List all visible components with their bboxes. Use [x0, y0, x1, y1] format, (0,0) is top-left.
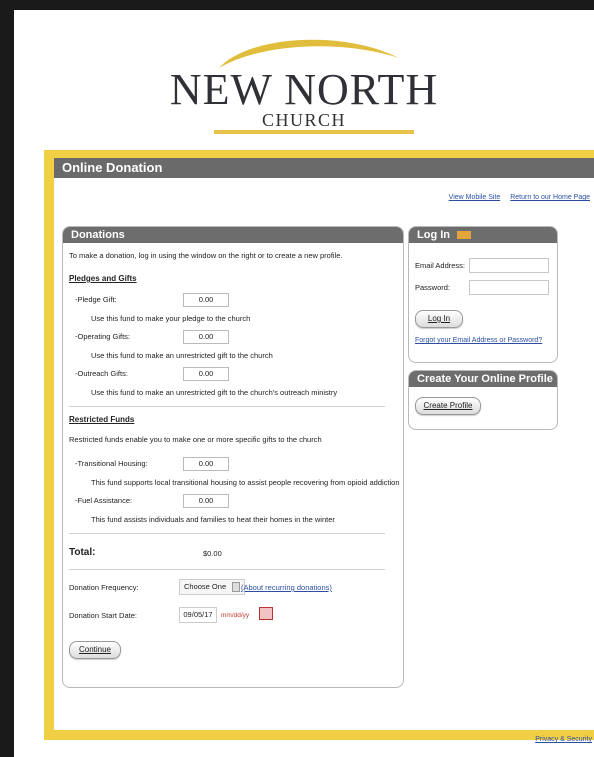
login-panel: Log In Email Address: Password: Log In F…	[408, 226, 558, 363]
donations-intro: To make a donation, log in using the win…	[69, 251, 343, 260]
fund-desc: Use this fund to make your pledge to the…	[91, 314, 251, 323]
about-recurring-link[interactable]: (About recurring donations)	[241, 583, 332, 592]
donations-panel: Donations To make a donation, log in usi…	[62, 226, 404, 688]
top-links: View Mobile Site Return to our Home Page	[441, 194, 590, 201]
restricted-heading: Restricted Funds	[69, 415, 135, 424]
divider	[69, 406, 385, 407]
lock-icon	[457, 231, 472, 240]
transitional-housing-input[interactable]: 0.00	[183, 457, 229, 471]
login-title-text: Log In	[417, 229, 450, 241]
log-in-button[interactable]: Log In	[415, 310, 463, 328]
fund-desc: This fund supports local transitional ho…	[91, 478, 400, 487]
church-logo: NEW NORTH CHURCH	[14, 10, 594, 150]
frequency-label: Donation Frequency:	[69, 583, 139, 592]
outreach-gifts-input[interactable]: 0.00	[183, 367, 229, 381]
start-date-input[interactable]: 09/05/17	[179, 607, 217, 623]
log-in-label: Log In	[427, 314, 451, 323]
fund-desc: Use this fund to make an unrestricted gi…	[91, 388, 338, 397]
page: NEW NORTH CHURCH Online Donation View Mo…	[14, 10, 594, 757]
profile-title: Create Your Online Profile	[409, 371, 557, 387]
forgot-credentials-link[interactable]: Forgot your Email Address or Password?	[415, 337, 542, 344]
total-value: $0.00	[203, 549, 222, 558]
total-label: Total:	[69, 547, 96, 558]
create-profile-label: Create Profile	[423, 401, 473, 410]
password-field[interactable]	[469, 280, 549, 295]
frequency-value: Choose One	[184, 582, 227, 591]
fund-label: -Outreach Gifts:	[75, 369, 128, 378]
calendar-icon[interactable]	[259, 607, 273, 620]
fund-desc: Use this fund to make an unrestricted gi…	[91, 351, 273, 360]
create-profile-button[interactable]: Create Profile	[415, 397, 481, 415]
pledges-heading: Pledges and Gifts	[69, 274, 137, 283]
date-format-hint: mm/dd/yy	[221, 612, 250, 619]
email-field[interactable]	[469, 258, 549, 273]
frequency-select[interactable]: Choose One	[179, 579, 246, 595]
divider	[69, 533, 385, 534]
fuel-assistance-input[interactable]: 0.00	[183, 494, 229, 508]
return-home-link[interactable]: Return to our Home Page	[510, 194, 590, 201]
fund-label: -Transitional Housing:	[75, 459, 148, 468]
password-label: Password:	[415, 283, 451, 292]
create-profile-panel: Create Your Online Profile Create Profil…	[408, 370, 558, 430]
operating-gifts-input[interactable]: 0.00	[183, 330, 229, 344]
email-label: Email Address:	[415, 261, 466, 270]
fund-label: -Fuel Assistance:	[75, 496, 133, 505]
privacy-link[interactable]: Privacy & Security	[535, 736, 592, 743]
pledge-gift-input[interactable]: 0.00	[183, 293, 229, 307]
donations-title: Donations	[63, 227, 403, 243]
start-date-label: Donation Start Date:	[69, 611, 137, 620]
login-title: Log In	[409, 227, 557, 243]
divider	[69, 569, 385, 570]
restricted-intro: Restricted funds enable you to make one …	[69, 435, 322, 444]
page-title: Online Donation	[54, 158, 594, 178]
fund-desc: This fund assists individuals and famili…	[91, 515, 335, 524]
donation-frame: Online Donation View Mobile Site Return …	[44, 150, 594, 740]
continue-label: Continue	[78, 645, 112, 654]
content-area: View Mobile Site Return to our Home Page…	[54, 178, 594, 730]
continue-button[interactable]: Continue	[69, 641, 121, 659]
logo-name: NEW NORTH	[169, 65, 439, 114]
view-mobile-site-link[interactable]: View Mobile Site	[449, 194, 501, 201]
chevron-down-icon	[232, 582, 241, 593]
fund-label: -Operating Gifts:	[75, 332, 131, 341]
fund-label: -Pledge Gift:	[75, 295, 117, 304]
logo-church: CHURCH	[261, 110, 346, 130]
